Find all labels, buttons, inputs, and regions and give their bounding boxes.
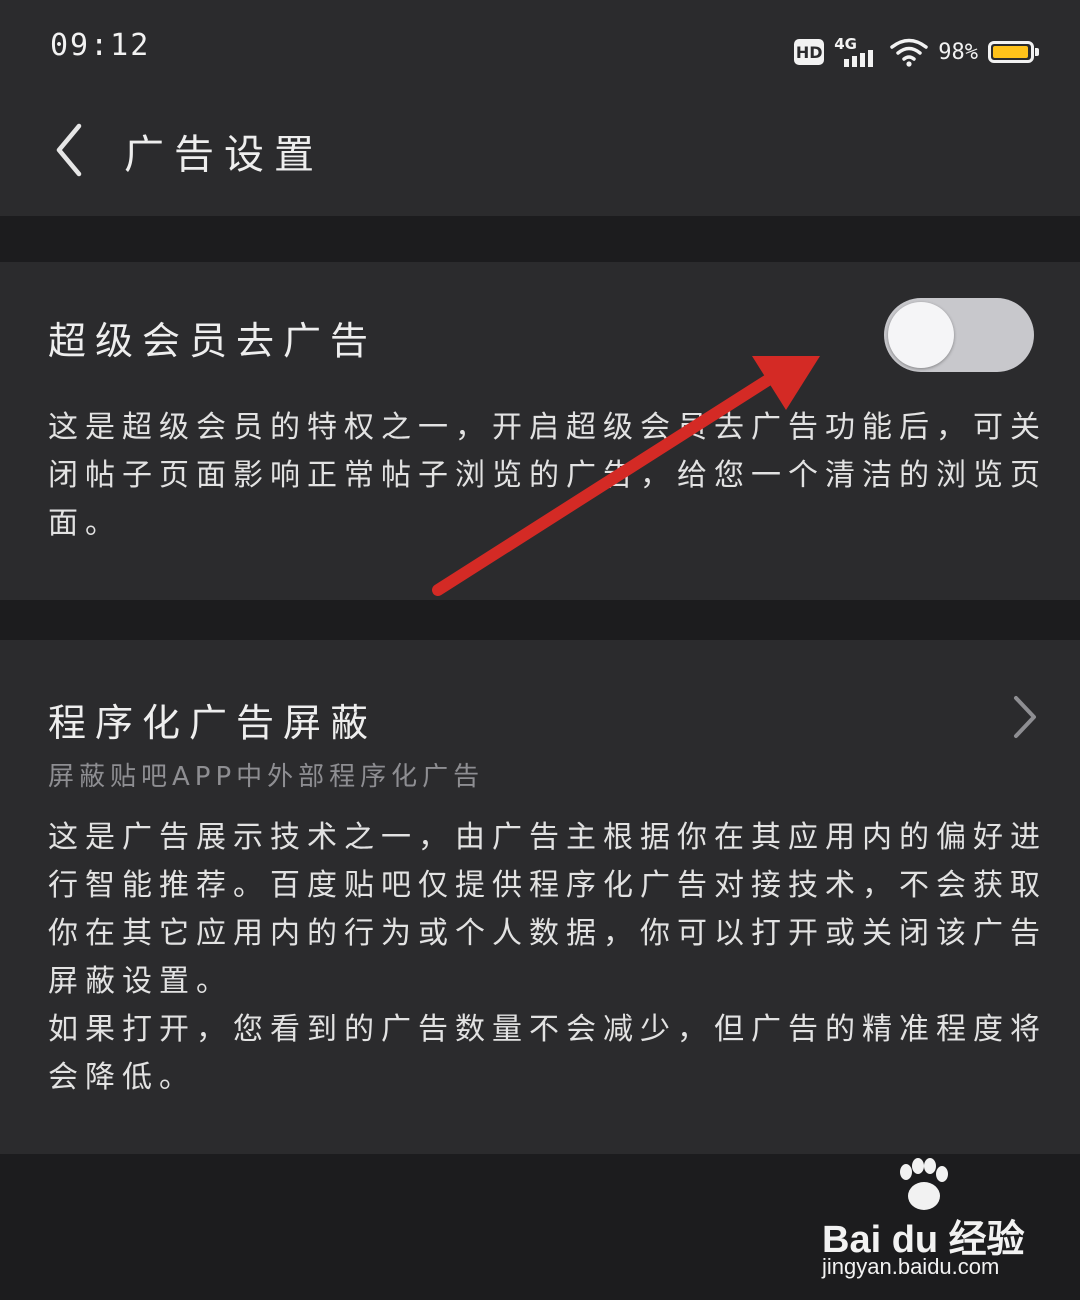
hd-icon: HD (794, 39, 825, 65)
programmatic-ad-description: 这是广告展示技术之一，由广告主根据你在其应用内的偏好进行智能推荐。百度贴吧仅提供… (48, 820, 1047, 1095)
toggle-knob (888, 302, 954, 368)
super-member-description: 这是超级会员的特权之一，开启超级会员去广告功能后，可关闭帖子页面影响正常帖子浏览… (48, 410, 1047, 541)
programmatic-ad-title: 程序化广告屏蔽 (48, 701, 378, 745)
status-icons: HD 4G 98% (794, 34, 1039, 70)
battery-level-fill (993, 46, 1029, 58)
back-button[interactable] (38, 118, 98, 182)
programmatic-ad-subtitle: 屏蔽贴吧APP中外部程序化广告 (48, 762, 485, 792)
programmatic-ad-setting-card[interactable]: 程序化广告屏蔽 屏蔽贴吧APP中外部程序化广告 这是广告展示技术之一，由广告主根… (0, 640, 1080, 1154)
status-time: 09:12 (50, 28, 151, 63)
super-member-title: 超级会员去广告 (48, 319, 378, 363)
battery-icon (988, 41, 1039, 63)
page-title: 广告设置 (124, 132, 324, 178)
app-header: 广告设置 (0, 96, 1080, 216)
cellular-signal-icon: 4G (834, 35, 880, 69)
baidu-jingyan-watermark: Bai du 经验 jingyan.baidu.com (822, 1158, 1025, 1279)
signal-bars (844, 50, 874, 67)
watermark-url: jingyan.baidu.com (822, 1254, 1000, 1279)
chevron-left-icon (56, 123, 82, 177)
battery-percent: 98% (938, 39, 978, 65)
chevron-right-icon[interactable] (1004, 694, 1044, 740)
super-member-toggle[interactable] (884, 298, 1034, 372)
wifi-icon (890, 38, 928, 67)
paw-logo-icon (900, 1158, 948, 1210)
super-member-setting-card: 超级会员去广告 这是超级会员的特权之一，开启超级会员去广告功能后，可关闭帖子页面… (0, 262, 1080, 600)
status-bar: 09:12 HD 4G 98% (0, 0, 1080, 96)
